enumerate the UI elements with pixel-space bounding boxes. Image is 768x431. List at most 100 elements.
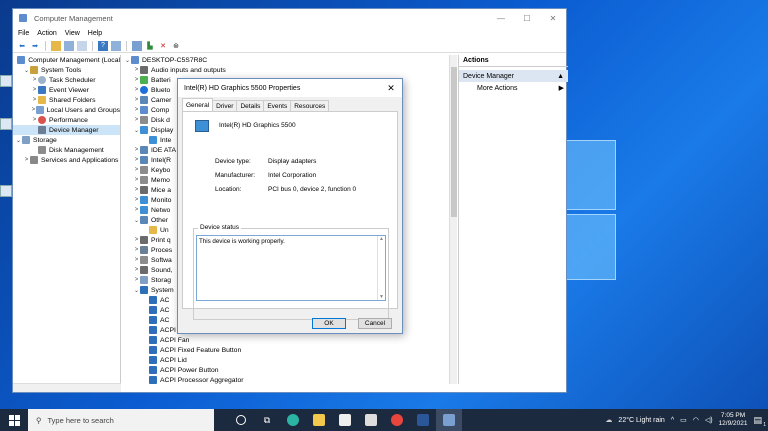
device-status-textbox[interactable]: This device is working properly. ▲ ▼: [196, 235, 386, 301]
expand-chevron-icon[interactable]: >: [31, 117, 38, 123]
device-tree-item[interactable]: ACPI Power Button: [122, 365, 449, 375]
console-tree-item[interactable]: > Task Scheduler: [13, 75, 120, 85]
collapse-chevron-icon[interactable]: ⌄: [23, 67, 30, 74]
collapse-chevron-icon[interactable]: ⌄: [133, 217, 140, 224]
menu-action[interactable]: Action: [37, 30, 56, 37]
scrollbar-thumb[interactable]: [451, 67, 457, 217]
expand-chevron-icon[interactable]: >: [133, 267, 140, 273]
network-icon[interactable]: ◠: [693, 416, 699, 424]
ok-button[interactable]: OK: [312, 318, 346, 329]
clock[interactable]: 7:05 PM 12/9/2021: [719, 412, 748, 428]
edge-icon[interactable]: [280, 409, 306, 431]
show-hidden-icons-icon[interactable]: ^: [671, 417, 674, 424]
desktop-icon[interactable]: [0, 118, 12, 130]
console-tree-item[interactable]: > Event Viewer: [13, 85, 120, 95]
expand-chevron-icon[interactable]: >: [133, 177, 140, 183]
expand-chevron-icon[interactable]: >: [133, 167, 140, 173]
expand-chevron-icon[interactable]: >: [133, 257, 140, 263]
expand-chevron-icon[interactable]: >: [133, 237, 140, 243]
console-tree-item[interactable]: > Performance: [13, 115, 120, 125]
expand-chevron-icon[interactable]: >: [31, 97, 38, 103]
collapse-chevron-icon[interactable]: ⌄: [133, 287, 140, 294]
taskbar-search[interactable]: ⚲ Type here to search: [28, 409, 214, 431]
console-tree-item[interactable]: > Services and Applications: [13, 155, 120, 165]
vertical-scrollbar[interactable]: [449, 55, 457, 384]
console-tree-item[interactable]: Computer Management (Local: [13, 55, 120, 65]
maximize-button[interactable]: ☐: [514, 9, 540, 27]
status-scrollbar[interactable]: ▲ ▼: [377, 236, 385, 300]
download-icon[interactable]: ⊛: [171, 41, 181, 51]
word-icon[interactable]: [410, 409, 436, 431]
expand-chevron-icon[interactable]: >: [23, 157, 30, 163]
actions-device-manager[interactable]: Device Manager ▲: [459, 70, 568, 82]
expand-chevron-icon[interactable]: >: [133, 157, 140, 163]
console-tree-icon[interactable]: [64, 40, 74, 51]
device-tree-item[interactable]: ACPI Fan: [122, 335, 449, 345]
tab-details[interactable]: Details: [236, 100, 265, 111]
expand-chevron-icon[interactable]: >: [133, 67, 140, 73]
notifications-icon[interactable]: ▤ 1: [753, 415, 766, 428]
forward-arrow-icon[interactable]: ➡: [30, 41, 40, 51]
back-arrow-icon[interactable]: ⬅: [17, 41, 27, 51]
device-tree-item[interactable]: ACPI Processor Aggregator: [122, 375, 449, 384]
console-tree-item[interactable]: Disk Management: [13, 145, 120, 155]
expand-chevron-icon[interactable]: >: [133, 107, 140, 113]
help-icon[interactable]: ?: [98, 40, 108, 51]
scan-hardware-icon[interactable]: [132, 40, 142, 51]
menu-help[interactable]: Help: [88, 30, 102, 37]
store-icon[interactable]: [332, 409, 358, 431]
menu-file[interactable]: File: [18, 30, 29, 37]
mail-icon[interactable]: [358, 409, 384, 431]
collapse-chevron-icon[interactable]: ⌄: [133, 127, 140, 134]
dialog-close-button[interactable]: ✕: [380, 79, 402, 97]
expand-chevron-icon[interactable]: >: [31, 87, 38, 93]
tab-general[interactable]: General: [182, 98, 214, 111]
device-tree-item[interactable]: ACPI Lid: [122, 355, 449, 365]
expand-chevron-icon[interactable]: >: [133, 117, 140, 123]
device-tree-item[interactable]: ACPI Fixed Feature Button: [122, 345, 449, 355]
device-tree-item[interactable]: > Audio inputs and outputs: [122, 65, 449, 75]
tab-events[interactable]: Events: [263, 100, 292, 111]
console-tree-item[interactable]: > Shared Folders: [13, 95, 120, 105]
expand-chevron-icon[interactable]: >: [133, 247, 140, 253]
battery-icon[interactable]: ▭: [680, 416, 687, 424]
tab-resources[interactable]: Resources: [290, 100, 330, 111]
console-tree-item[interactable]: Device Manager: [13, 125, 120, 135]
scroll-up-icon[interactable]: ▲: [379, 236, 384, 242]
collapse-chevron-icon[interactable]: ⌄: [124, 57, 131, 64]
tab-driver[interactable]: Driver: [212, 100, 238, 111]
update-driver-icon[interactable]: ▙: [145, 41, 155, 51]
cancel-button[interactable]: Cancel: [358, 318, 392, 329]
properties-icon[interactable]: [77, 40, 87, 51]
desktop-icon[interactable]: [0, 75, 12, 87]
expand-chevron-icon[interactable]: >: [31, 107, 36, 113]
expand-chevron-icon[interactable]: >: [133, 187, 140, 193]
collapse-chevron-icon[interactable]: ⌄: [15, 137, 22, 144]
chrome-icon[interactable]: [384, 409, 410, 431]
expand-chevron-icon[interactable]: >: [31, 77, 38, 83]
console-tree-item[interactable]: ⌄ System Tools: [13, 65, 120, 75]
menu-view[interactable]: View: [65, 30, 80, 37]
expand-chevron-icon[interactable]: >: [133, 197, 140, 203]
expand-chevron-icon[interactable]: >: [133, 277, 140, 283]
scroll-down-icon[interactable]: ▼: [379, 294, 384, 300]
more-actions[interactable]: More Actions ▶: [459, 82, 568, 94]
device-tree-item[interactable]: ⌄ DESKTOP-C5S7R8C: [122, 55, 449, 65]
cortana-icon[interactable]: [228, 409, 254, 431]
collapse-arrow-icon[interactable]: ▲: [557, 73, 564, 80]
view-icon[interactable]: [111, 40, 121, 51]
expand-chevron-icon[interactable]: >: [133, 87, 140, 93]
weather-text[interactable]: 22°C Light rain: [618, 417, 664, 424]
computer-management-taskbar-icon[interactable]: [436, 409, 462, 431]
desktop-icon[interactable]: [0, 185, 12, 197]
uninstall-x-icon[interactable]: ✕: [158, 41, 168, 51]
volume-icon[interactable]: ◁): [705, 416, 713, 424]
close-button[interactable]: ✕: [540, 9, 566, 27]
console-tree-item[interactable]: > Local Users and Groups: [13, 105, 120, 115]
file-explorer-icon[interactable]: [306, 409, 332, 431]
minimize-button[interactable]: —: [488, 9, 514, 27]
start-button[interactable]: [0, 409, 28, 431]
expand-chevron-icon[interactable]: >: [133, 77, 140, 83]
up-folder-icon[interactable]: [51, 40, 61, 51]
expand-chevron-icon[interactable]: >: [133, 97, 140, 103]
